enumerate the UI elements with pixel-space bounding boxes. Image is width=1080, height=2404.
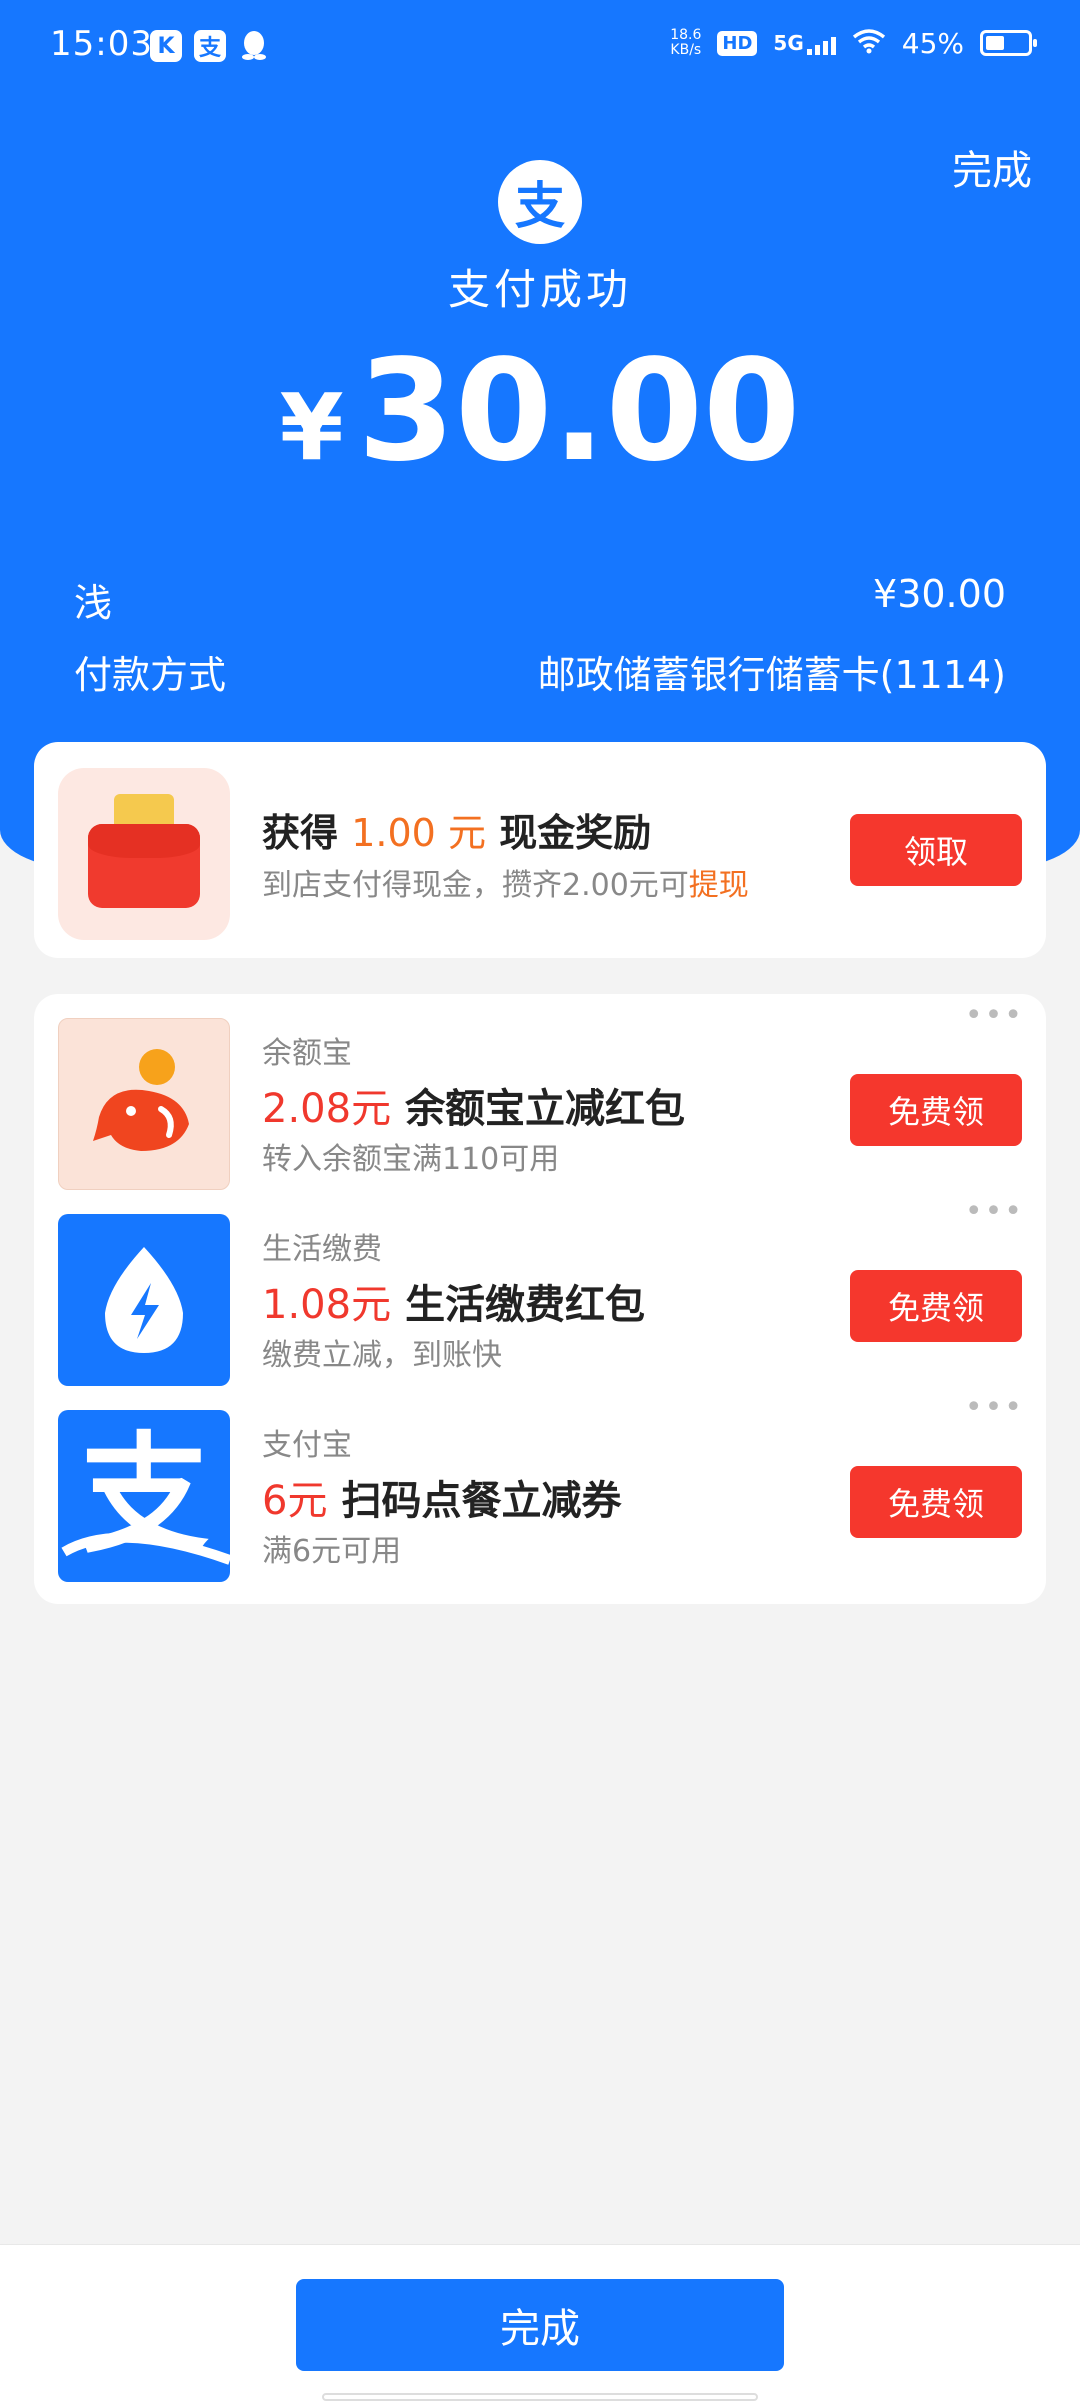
claim-offer-button[interactable]: 免费领 [850, 1074, 1022, 1146]
status-bar: 15:03 K 支 18.6 KB/s HD 5G 45% [0, 0, 1080, 100]
offer-category: 支付宝 [262, 1428, 352, 1463]
net-speed-unit: KB/s [670, 42, 702, 58]
offer-title: 1.08元 生活缴费红包 [262, 1272, 645, 1330]
offer-item-alipay[interactable]: 支 支付宝 6元 扫码点餐立减券 满6元可用 ••• 免费领 [34, 1386, 1046, 1582]
red-envelope-icon [58, 768, 230, 940]
alipay-app-icon: 支 [194, 30, 226, 62]
offer-title: 6元 扫码点餐立减券 [262, 1468, 621, 1526]
claim-reward-button[interactable]: 领取 [850, 814, 1022, 886]
payment-amount: ¥30.00 [0, 330, 1080, 493]
yuebao-fish-icon [58, 1018, 230, 1190]
reward-subtitle-text: 到店支付得现金，攒齐2.00元可 [262, 868, 689, 903]
done-link-top[interactable]: 完成 [952, 138, 1032, 196]
reward-title-suffix: 现金奖励 [499, 811, 652, 855]
offer-amount: 2.08元 [262, 1086, 392, 1132]
alipay-logo-icon: 支 [498, 160, 582, 244]
offer-category: 生活缴费 [262, 1232, 382, 1267]
payment-status-title: 支付成功 [447, 265, 632, 314]
net-speed-value: 18.6 [670, 27, 702, 43]
amount-value: 30.00 [357, 330, 801, 493]
merchant-amount: ¥30.00 [873, 572, 1006, 616]
reward-subtitle: 到店支付得现金，攒齐2.00元可提现 [262, 860, 749, 904]
signal-icon: 5G [773, 31, 836, 55]
offer-title-text: 扫码点餐立减券 [341, 1478, 622, 1524]
more-options-icon[interactable]: ••• [965, 1393, 1024, 1423]
cash-reward-card: 获得 1.00 元 现金奖励 到店支付得现金，攒齐2.00元可提现 领取 [34, 742, 1046, 958]
alipay-logo-icon: 支 [58, 1410, 230, 1582]
status-indicators: 18.6 KB/s HD 5G 45% [670, 24, 1037, 62]
payment-method-value: 邮政储蓄银行储蓄卡(1114) [537, 653, 1006, 697]
currency-symbol: ¥ [279, 374, 344, 481]
kuaishou-app-icon: K [150, 30, 182, 62]
more-options-icon[interactable]: ••• [965, 1197, 1024, 1227]
net-speed: 18.6 KB/s [670, 28, 701, 58]
qq-penguin-icon [240, 30, 268, 70]
battery-icon [980, 30, 1037, 56]
offer-title: 2.08元 余额宝立减红包 [262, 1076, 685, 1134]
offer-amount: 1.08元 [262, 1282, 392, 1328]
offer-subtitle: 缴费立减，到账快 [262, 1338, 502, 1373]
more-options-icon[interactable]: ••• [965, 1001, 1024, 1031]
offer-subtitle: 转入余额宝满110可用 [262, 1142, 560, 1177]
offer-title-text: 生活缴费红包 [405, 1282, 646, 1328]
hd-badge: HD [717, 30, 758, 56]
offer-item-yuebao[interactable]: 余额宝 2.08元 余额宝立减红包 转入余额宝满110可用 ••• 免费领 [34, 994, 1046, 1190]
merchant-name: 浅 [74, 581, 113, 625]
payment-method-label: 付款方式 [74, 653, 227, 697]
claim-offer-button[interactable]: 免费领 [850, 1270, 1022, 1342]
battery-percent: 45% [901, 26, 964, 60]
offers-card: 余额宝 2.08元 余额宝立减红包 转入余额宝满110可用 ••• 免费领 生活缴… [34, 994, 1046, 1604]
bottom-bar: 完成 [0, 2244, 1080, 2404]
offer-item-utilities[interactable]: 生活缴费 1.08元 生活缴费红包 缴费立减，到账快 ••• 免费领 [34, 1190, 1046, 1386]
status-time: 15:03 [50, 24, 153, 64]
offer-category: 余额宝 [262, 1036, 352, 1071]
home-indicator[interactable] [322, 2393, 758, 2401]
wifi-icon [852, 24, 886, 62]
offer-title-text: 余额宝立减红包 [405, 1086, 686, 1132]
done-button[interactable]: 完成 [296, 2279, 784, 2371]
reward-title: 获得 1.00 元 现金奖励 [262, 802, 651, 857]
reward-title-prefix: 获得 [262, 811, 339, 855]
offer-amount: 6元 [262, 1478, 328, 1524]
reward-amount: 1.00 元 [351, 811, 486, 855]
withdraw-link[interactable]: 提现 [689, 868, 749, 903]
offer-subtitle: 满6元可用 [262, 1534, 402, 1569]
lightning-drop-icon [58, 1214, 230, 1386]
network-type: 5G [773, 31, 804, 55]
claim-offer-button[interactable]: 免费领 [850, 1466, 1022, 1538]
